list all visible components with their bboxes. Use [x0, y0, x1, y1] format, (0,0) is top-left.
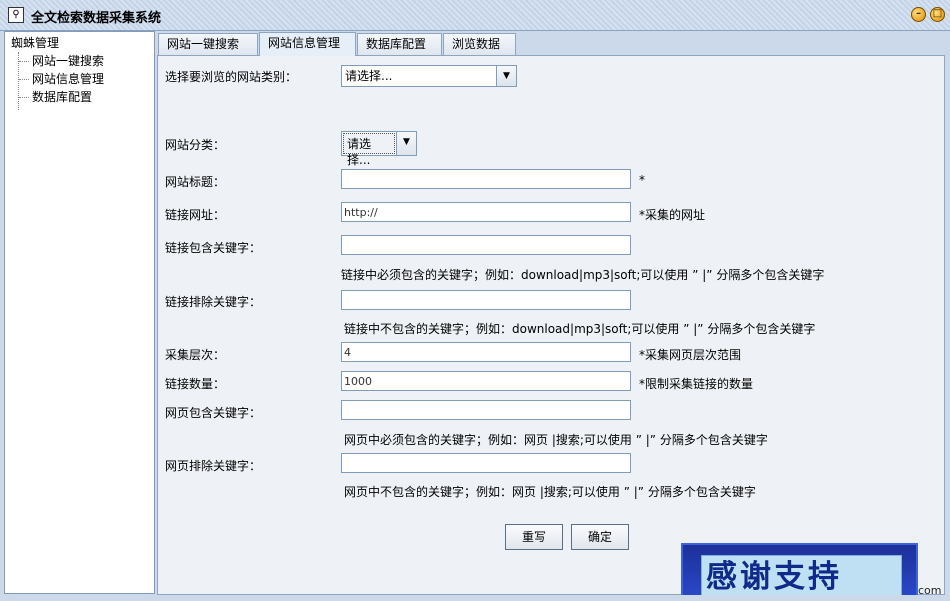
- link-exclude-hint: 链接中不包含的关键字；例如：download|mp3|soft;可以使用 ” |…: [344, 322, 816, 336]
- app-spider-icon: ⚲: [8, 7, 24, 23]
- link-url-label: 链接网址：: [165, 208, 226, 222]
- chevron-down-icon[interactable]: ▼: [496, 66, 516, 86]
- tree-item-label: 数据库配置: [32, 90, 93, 104]
- link-include-label: 链接包含关键字：: [165, 241, 262, 255]
- link-include-hint: 链接中必须包含的关键字；例如：download|mp3|soft;可以使用 ” …: [341, 268, 825, 282]
- tab-browse-data[interactable]: 浏览数据: [443, 33, 516, 55]
- page-exclude-label: 网页排除关键字：: [165, 459, 262, 473]
- title-bar: ⚲ 全文检索数据采集系统 – □: [0, 0, 950, 31]
- page-include-hint: 网页中必须包含的关键字；例如：网页 |搜索;可以使用 ” |” 分隔多个包含关键…: [344, 433, 768, 447]
- maximize-button[interactable]: □: [930, 7, 945, 22]
- tree-branch: [19, 97, 29, 98]
- crawl-depth-input[interactable]: [341, 342, 631, 362]
- link-url-hint: *采集的网址: [639, 208, 706, 222]
- link-exclude-label: 链接排除关键字：: [165, 295, 262, 309]
- site-category-select[interactable]: 请选择... ▼: [341, 131, 417, 167]
- site-title-input[interactable]: [341, 169, 631, 189]
- page-include-label: 网页包含关键字：: [165, 406, 262, 420]
- navigation-tree: 蜘蛛管理 网站一键搜索 网站信息管理 数据库配置: [4, 31, 155, 594]
- browse-category-label: 选择要浏览的网站类别：: [165, 70, 298, 84]
- banner-text: 感谢支持: [706, 559, 842, 595]
- link-count-hint: *限制采集链接的数量: [639, 377, 754, 391]
- tree-item-site-info[interactable]: 网站信息管理: [19, 70, 104, 87]
- tree-root-spider-management[interactable]: 蜘蛛管理: [11, 34, 59, 51]
- page-exclude-input[interactable]: [341, 453, 631, 473]
- tab-db-config[interactable]: 数据库配置: [357, 33, 442, 55]
- chevron-down-icon[interactable]: ▼: [396, 132, 416, 155]
- reset-button[interactable]: 重写: [505, 524, 563, 550]
- site-info-form: 选择要浏览的网站类别： 请选择... ▼ 网站分类： 请选择... ▼ 网站标题…: [157, 55, 945, 595]
- site-title-required-mark: *: [639, 173, 645, 187]
- site-category-label: 网站分类：: [165, 138, 226, 152]
- browse-category-select[interactable]: 请选择... ▼: [341, 65, 517, 87]
- tree-branch: [19, 61, 29, 62]
- tree-item-db-config[interactable]: 数据库配置: [19, 88, 92, 105]
- window-title: 全文检索数据采集系统: [31, 11, 162, 26]
- browse-category-value: 请选择...: [345, 69, 393, 83]
- window-bottom-border: [0, 595, 950, 601]
- link-count-input[interactable]: [341, 371, 631, 391]
- confirm-button[interactable]: 确定: [571, 524, 629, 550]
- link-exclude-input[interactable]: [341, 290, 631, 310]
- site-category-value: 请选择...: [343, 133, 395, 167]
- site-title-label: 网站标题：: [165, 175, 226, 189]
- thanks-banner: 感谢支持: [681, 543, 918, 601]
- crawl-depth-label: 采集层次：: [165, 348, 226, 362]
- link-include-input[interactable]: [341, 235, 631, 255]
- tree-item-label: 网站信息管理: [32, 72, 105, 86]
- page-include-input[interactable]: [341, 400, 631, 420]
- minimize-button[interactable]: –: [911, 7, 926, 22]
- tree-branch: [19, 79, 29, 80]
- tree-item-one-click-search[interactable]: 网站一键搜索: [19, 52, 104, 69]
- link-url-input[interactable]: [341, 202, 631, 222]
- tab-site-info-management[interactable]: 网站信息管理: [259, 32, 356, 56]
- link-count-label: 链接数量：: [165, 377, 226, 391]
- tree-item-label: 网站一键搜索: [32, 54, 105, 68]
- tab-one-click-search[interactable]: 网站一键搜索: [158, 33, 258, 55]
- page-exclude-hint: 网页中不包含的关键字；例如：网页 |搜索;可以使用 ” |” 分隔多个包含关键字: [344, 485, 756, 499]
- crawl-depth-hint: *采集网页层次范围: [639, 348, 742, 362]
